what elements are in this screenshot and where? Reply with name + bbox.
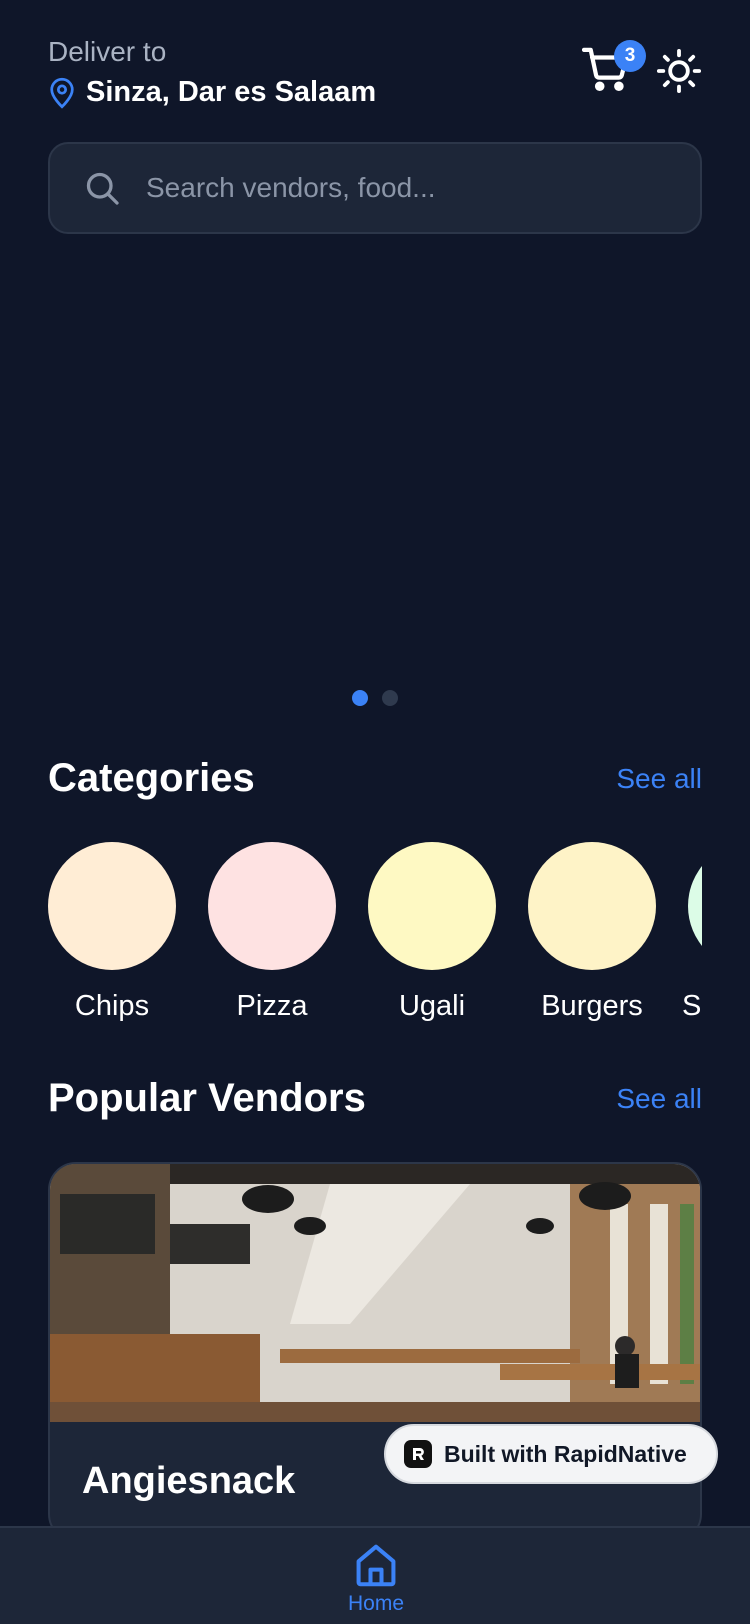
cart-icon [581,47,632,96]
vendor-image [50,1164,700,1422]
search-icon [84,170,120,206]
categories-header: Categories See all [48,756,702,801]
map-pin-icon [48,77,76,109]
category-image [368,842,496,970]
cart-count-badge: 3 [614,40,646,72]
category-label: Pizza [236,990,308,1022]
categories-list: Chips Pizza Ugali Burgers S [48,842,702,1032]
promo-banner-carousel[interactable] [0,250,750,680]
location-text: Sinza, Dar es Salaam [86,76,377,108]
built-with-text: Built with RapidNative [444,1440,687,1467]
category-label: Ugali [398,990,466,1022]
category-image [528,842,656,970]
rapidnative-logo-icon [404,1440,432,1468]
category-image [48,842,176,970]
carousel-dot[interactable] [382,690,398,706]
category-label: Chips [74,990,150,1022]
vendors-see-all-link[interactable]: See all [616,1083,702,1115]
deliver-label: Deliver to [48,36,167,67]
category-item-pizza[interactable]: Pizza [208,842,336,1023]
vendors-title: Popular Vendors [48,1076,366,1120]
sun-icon [656,48,702,98]
category-item-chips[interactable]: Chips [48,842,176,1023]
bottom-navigation: Home [0,1526,750,1624]
home-icon [354,1542,398,1588]
location-selector[interactable]: Sinza, Dar es Salaam [48,76,376,109]
cart-button[interactable]: 3 [581,40,646,92]
search-input[interactable] [146,172,626,204]
category-label: S [682,990,702,1022]
nav-home-label: Home [347,1592,405,1615]
categories-see-all-link[interactable]: See all [616,763,702,795]
category-image [688,842,702,970]
built-with-badge[interactable]: Built with RapidNative [384,1424,718,1484]
carousel-pagination [0,690,750,706]
category-image [208,842,336,970]
vendor-card[interactable]: Angiesnack [48,1162,702,1542]
category-item-ugali[interactable]: Ugali [368,842,496,1023]
header: Deliver to Sinza, Dar es Salaam 3 [48,34,702,114]
search-bar[interactable] [48,142,702,234]
carousel-dot-active[interactable] [352,690,368,706]
categories-title: Categories [48,756,255,800]
vendors-header: Popular Vendors See all [48,1076,702,1121]
theme-toggle-button[interactable] [656,48,702,94]
vendor-name: Angiesnack [82,1460,296,1502]
category-item-burgers[interactable]: Burgers [528,842,656,1023]
category-label: Burgers [541,990,643,1022]
category-item-partial[interactable]: S [682,842,702,1023]
nav-home-tab[interactable]: Home [340,1542,412,1624]
